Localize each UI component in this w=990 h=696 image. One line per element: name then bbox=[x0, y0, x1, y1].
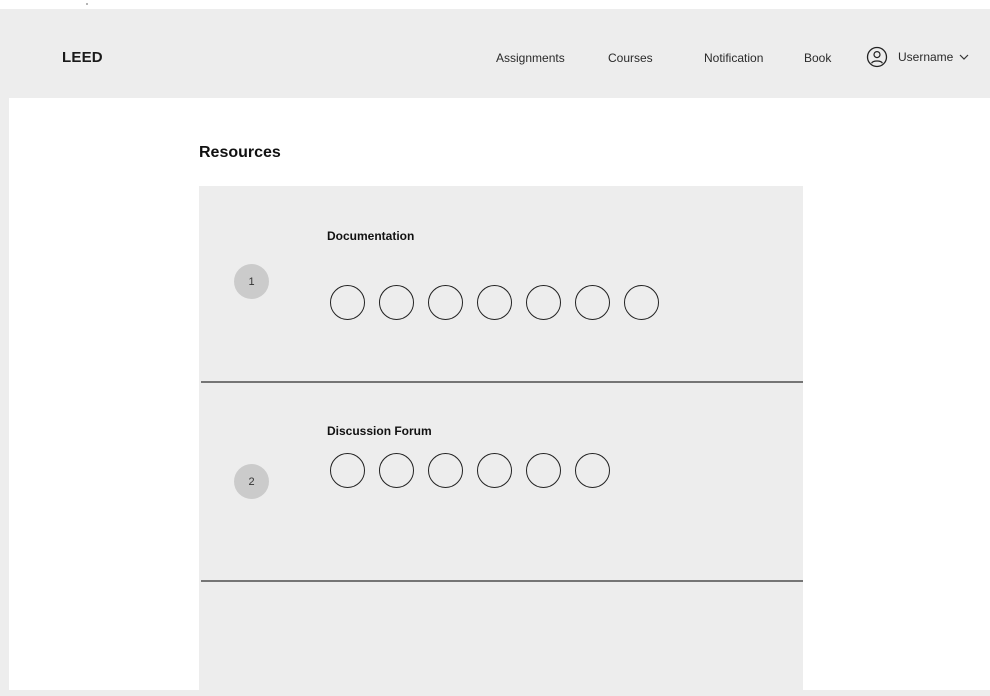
resource-item-row bbox=[330, 453, 624, 488]
resource-section-documentation: Documentation 1 bbox=[199, 186, 803, 383]
resource-item-circle[interactable] bbox=[526, 285, 561, 320]
resource-item-circle[interactable] bbox=[526, 453, 561, 488]
user-icon bbox=[866, 46, 888, 68]
resource-item-circle[interactable] bbox=[379, 285, 414, 320]
chevron-down-icon bbox=[959, 54, 969, 60]
resource-item-circle[interactable] bbox=[330, 453, 365, 488]
section-title: Documentation bbox=[327, 229, 415, 243]
nav-link-courses[interactable]: Courses bbox=[608, 51, 653, 65]
resource-section-discussion-forum: Discussion Forum 2 bbox=[199, 383, 803, 580]
resource-item-circle[interactable] bbox=[624, 285, 659, 320]
nav-link-notification[interactable]: Notification bbox=[704, 51, 763, 65]
section-title: Discussion Forum bbox=[327, 424, 432, 438]
resource-item-circle[interactable] bbox=[428, 453, 463, 488]
resource-item-circle[interactable] bbox=[575, 453, 610, 488]
section-number-badge: 2 bbox=[234, 464, 269, 499]
section-number-badge: 1 bbox=[234, 264, 269, 299]
username-label: Username bbox=[898, 50, 954, 64]
navbar: LEED Assignments Courses Notification Bo… bbox=[9, 9, 990, 98]
resource-item-circle[interactable] bbox=[477, 453, 512, 488]
logo[interactable]: LEED bbox=[62, 49, 103, 66]
resources-panel: Documentation 1 Discussion Forum 2 bbox=[199, 186, 803, 690]
resource-section-empty bbox=[199, 582, 803, 690]
nav-link-book[interactable]: Book bbox=[804, 51, 831, 65]
resource-item-circle[interactable] bbox=[575, 285, 610, 320]
resource-item-row bbox=[330, 285, 673, 320]
nav-link-assignments[interactable]: Assignments bbox=[496, 51, 565, 65]
top-strip bbox=[0, 0, 990, 9]
user-menu[interactable]: Username bbox=[866, 46, 970, 68]
page-title: Resources bbox=[199, 144, 281, 161]
top-tick-mark bbox=[86, 3, 88, 5]
resource-item-circle[interactable] bbox=[379, 453, 414, 488]
resource-item-circle[interactable] bbox=[428, 285, 463, 320]
resource-item-circle[interactable] bbox=[330, 285, 365, 320]
resource-item-circle[interactable] bbox=[477, 285, 512, 320]
app-frame: LEED Assignments Courses Notification Bo… bbox=[9, 9, 990, 690]
